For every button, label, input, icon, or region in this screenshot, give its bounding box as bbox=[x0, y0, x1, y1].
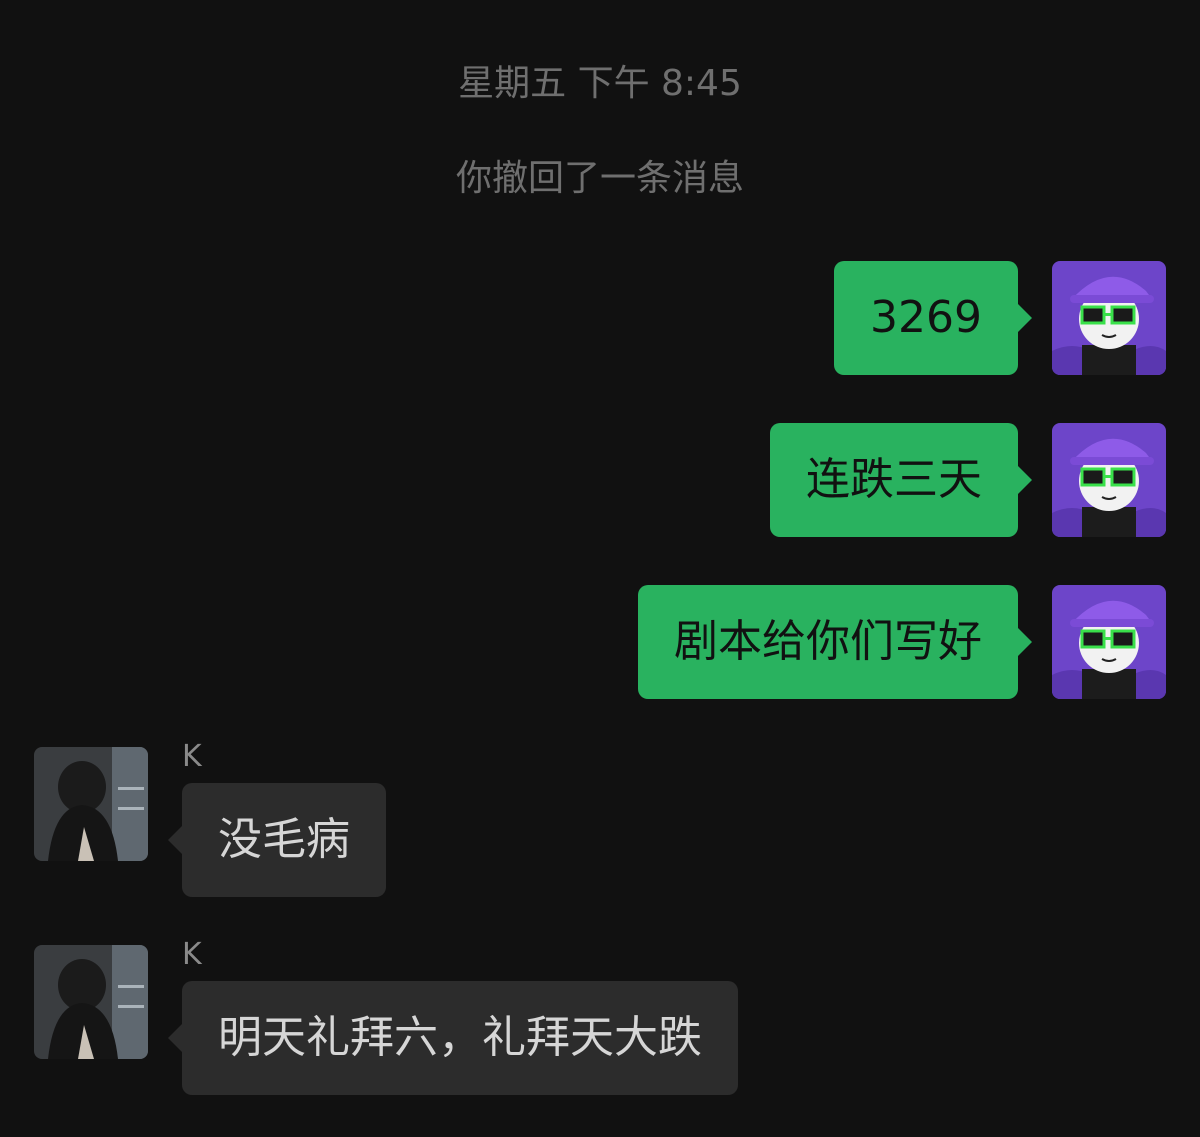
message-bubble-outgoing[interactable]: 3269 bbox=[834, 261, 1032, 375]
hooded-figure-avatar-icon[interactable] bbox=[34, 945, 148, 1059]
purple-cap-avatar-icon[interactable] bbox=[1052, 261, 1166, 375]
sender-name: K bbox=[182, 937, 202, 972]
chat-timestamp: 星期五 下午 8:45 bbox=[458, 63, 742, 104]
hooded-figure-avatar-icon[interactable] bbox=[34, 747, 148, 861]
message-bubble-incoming[interactable]: 明天礼拜六，礼拜天大跌 bbox=[168, 981, 738, 1095]
sender-name: K bbox=[182, 739, 202, 774]
purple-cap-avatar-icon[interactable] bbox=[1052, 585, 1166, 699]
message-bubble-outgoing[interactable]: 剧本给你们写好 bbox=[638, 585, 1032, 699]
purple-cap-avatar-icon[interactable] bbox=[1052, 423, 1166, 537]
recall-notice: 你撤回了一条消息 bbox=[455, 158, 744, 199]
message-bubble-outgoing[interactable]: 连跌三天 bbox=[770, 423, 1032, 537]
message-bubble-incoming[interactable]: 没毛病 bbox=[168, 783, 386, 897]
